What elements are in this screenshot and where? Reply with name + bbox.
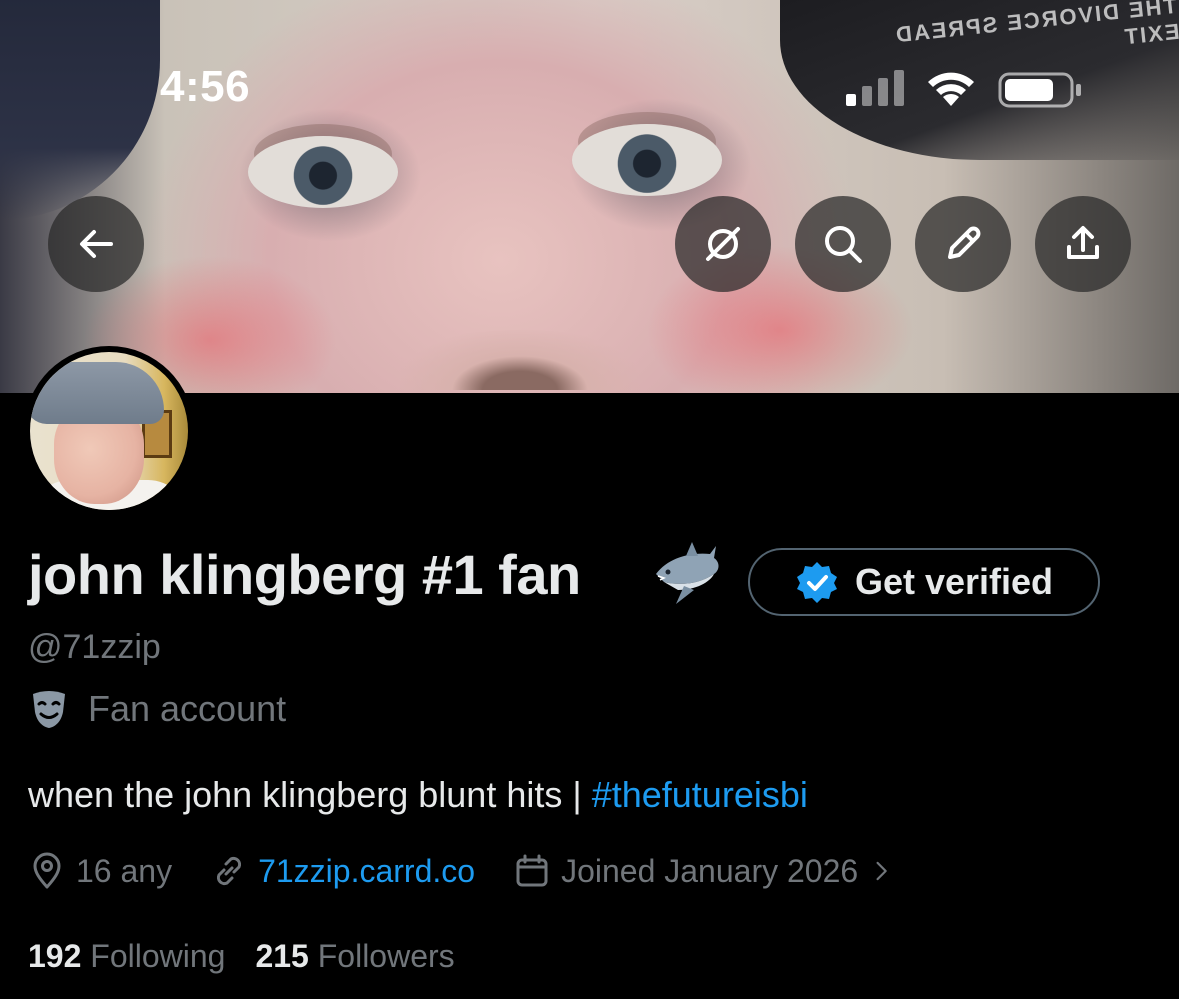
profile-banner[interactable]: THE DIVORCE SPREAD EXIT: [0, 0, 1179, 393]
profile-avatar[interactable]: [24, 346, 194, 516]
chevron-right-icon: [876, 861, 887, 881]
get-verified-label: Get verified: [854, 561, 1054, 602]
theater-mask-icon: [33, 691, 65, 728]
location-pin-icon: [33, 852, 61, 889]
bio-text: when the john klingberg blunt hits |: [28, 774, 592, 815]
banner-right-eye: [572, 124, 722, 196]
search-icon: [825, 226, 862, 263]
profile-category: Fan account: [28, 686, 286, 732]
verified-badge-icon: [796, 562, 837, 603]
following-count-link[interactable]: 192 Following: [28, 938, 225, 975]
location-text: 16 any: [76, 852, 173, 889]
followers-count-link[interactable]: 215 Followers: [255, 938, 454, 975]
avatar-image: [30, 352, 188, 510]
category-label: Fan account: [88, 688, 287, 729]
edit-profile-button[interactable]: [915, 196, 1011, 292]
pencil-icon: [948, 226, 981, 259]
location-item: 16 any: [28, 852, 172, 890]
arrow-left-icon: [80, 230, 113, 258]
following-count: 192: [28, 938, 82, 974]
shark-emoji-icon: 🦈: [656, 542, 719, 604]
following-label: Following: [90, 938, 226, 974]
search-button[interactable]: [795, 196, 891, 292]
calendar-icon: [516, 854, 548, 887]
grok-icon: [706, 227, 740, 261]
follow-counts: 192 Following 215 Followers: [28, 938, 455, 975]
website-item[interactable]: 71zzip.carrd.co: [210, 852, 475, 890]
link-icon: [217, 856, 242, 886]
get-verified-button[interactable]: Get verified: [748, 548, 1100, 616]
avatar-cap: [30, 362, 164, 424]
banner-nose: [400, 330, 640, 390]
profile-meta-row: 16 any 71zzip.carrd.co Joined January 20…: [28, 848, 896, 894]
profile-bio: when the john klingberg blunt hits | #th…: [28, 774, 808, 816]
status-time: 4:56: [160, 62, 251, 111]
battery-icon: [998, 72, 1081, 108]
bio-hashtag-link[interactable]: #thefutureisbi: [592, 774, 808, 815]
website-link[interactable]: 71zzip.carrd.co: [258, 853, 475, 890]
share-icon: [1067, 226, 1099, 259]
display-name: john klingberg #1 fan: [28, 543, 581, 606]
profile-handle: @71zzip: [28, 628, 161, 666]
banner-left-eye: [248, 136, 398, 208]
wifi-icon: [928, 72, 974, 106]
cellular-signal-icon: [846, 70, 904, 106]
joined-item[interactable]: Joined January 2026: [513, 852, 896, 890]
share-button[interactable]: [1035, 196, 1131, 292]
grok-button[interactable]: [675, 196, 771, 292]
banner-background-shape: [0, 0, 160, 220]
back-button[interactable]: [48, 196, 144, 292]
followers-count: 215: [255, 938, 309, 974]
joined-text: Joined January 2026: [561, 852, 859, 889]
followers-label: Followers: [317, 938, 455, 974]
